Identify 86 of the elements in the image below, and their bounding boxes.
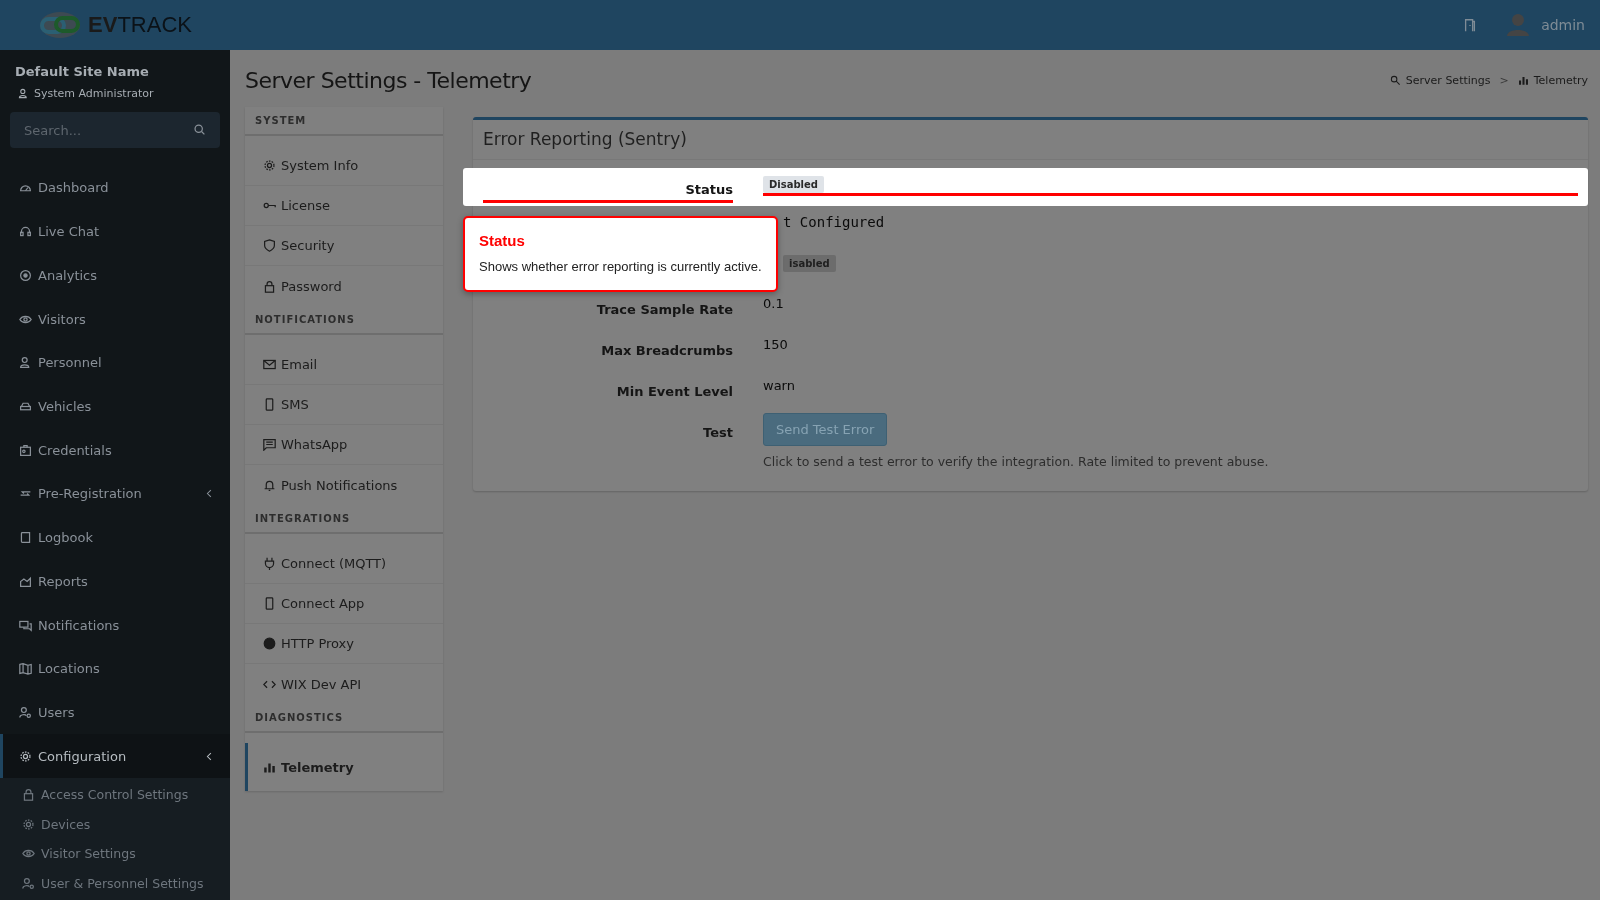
- settings-menu-item[interactable]: Connect (MQTT): [245, 544, 443, 584]
- settings-menu-item[interactable]: SMS: [245, 385, 443, 425]
- settings-menu-item[interactable]: Connect App: [245, 584, 443, 624]
- sidebar-item[interactable]: Personnel: [0, 340, 230, 385]
- section-heading: DIAGNOSTICS: [245, 704, 443, 733]
- user-role: System Administrator: [34, 87, 154, 100]
- page-title: Server Settings - Telemetry: [245, 68, 532, 93]
- field-value: warn: [763, 378, 795, 393]
- settings-menu-item[interactable]: Telemetry: [245, 743, 443, 791]
- sidebar-item[interactable]: Logbook: [0, 515, 230, 560]
- settings-menu-item[interactable]: Push Notifications: [245, 465, 443, 505]
- sidebar-item[interactable]: Pre-Registration: [0, 472, 230, 516]
- settings-menu-item[interactable]: License: [245, 186, 443, 226]
- field-label: Trace Sample Rate: [595, 301, 733, 319]
- sidebar-item[interactable]: Reports: [0, 559, 230, 604]
- sidebar-item[interactable]: Locations: [0, 646, 230, 691]
- chart-icon: [19, 574, 32, 588]
- person-icon: [18, 88, 29, 99]
- search-icon: [193, 123, 206, 136]
- gear-icon: [263, 159, 276, 172]
- field-value: 150: [763, 337, 788, 352]
- field-label: Test: [702, 424, 733, 442]
- map-icon: [19, 662, 32, 676]
- section-heading: NOTIFICATIONS: [245, 306, 443, 335]
- phone-icon: [263, 597, 276, 610]
- sidebar-subitem[interactable]: User & Personnel Settings: [0, 868, 230, 899]
- field-label: Min Event Level: [615, 383, 733, 401]
- sidebar-item[interactable]: Visitors: [0, 297, 230, 341]
- sidebar-item[interactable]: Configuration: [0, 734, 230, 779]
- section-heading: INTEGRATIONS: [245, 505, 443, 534]
- settings-menu-item[interactable]: WhatsApp: [245, 425, 443, 465]
- tooltip-title: Status: [479, 232, 526, 249]
- brand-name: EVTRACK: [88, 12, 192, 38]
- settings-menu-item[interactable]: System Info: [245, 146, 443, 186]
- breadcrumb-link[interactable]: Server Settings: [1405, 74, 1491, 87]
- bell-icon: [263, 478, 276, 492]
- sidebar-subitem[interactable]: Devices: [0, 809, 230, 840]
- message-icon: [263, 438, 276, 451]
- bar-chart-icon: [263, 760, 276, 774]
- phone-icon: [263, 398, 276, 411]
- gear-icon: [19, 749, 32, 763]
- sidebar-item[interactable]: Credentials: [0, 428, 230, 473]
- envelope-icon: [263, 358, 276, 371]
- field-label: Max Breadcrumbs: [600, 342, 733, 360]
- avatar-icon[interactable]: [1505, 12, 1532, 38]
- gear-icon: [22, 817, 35, 831]
- sidebar-subitem[interactable]: Visitor Settings: [0, 839, 230, 869]
- headset-icon: [19, 225, 32, 239]
- site-name: Default Site Name: [15, 64, 150, 79]
- settings-menu-item[interactable]: Security: [245, 226, 443, 266]
- settings-menu-item[interactable]: Password: [245, 266, 443, 306]
- chat-icon: [19, 618, 32, 632]
- bar-chart-icon: [1517, 75, 1529, 86]
- section-heading: SYSTEM: [245, 107, 443, 136]
- id-card-icon: [19, 443, 32, 457]
- user-gear-icon: [19, 706, 32, 719]
- settings-menu-item[interactable]: HTTP Proxy: [245, 624, 443, 664]
- user-name[interactable]: admin: [1541, 17, 1585, 33]
- help-text: Click to send a test error to verify the integration. Rate limited to prevent abuse.: [763, 454, 1269, 469]
- search-field[interactable]: Search...: [10, 112, 220, 148]
- tooltip-text: Shows whether error reporting is currently active.: [479, 259, 762, 274]
- field-label: Status: [483, 168, 733, 203]
- sidebar-item[interactable]: Notifications: [0, 603, 230, 647]
- breadcrumb-link[interactable]: Telemetry: [1533, 74, 1588, 87]
- lock-icon: [263, 279, 276, 293]
- sidebar-item[interactable]: Users: [0, 690, 230, 735]
- sidebar-item[interactable]: Live Chat: [0, 209, 230, 254]
- status-badge: isabled: [783, 255, 836, 272]
- sidebar-item[interactable]: Vehicles: [0, 384, 230, 429]
- settings-menu-item[interactable]: WIX Dev API: [245, 664, 443, 704]
- door-icon: [1463, 18, 1478, 32]
- sidebar-subitem[interactable]: Access Control Settings: [0, 780, 230, 810]
- person-icon: [19, 356, 32, 370]
- breadcrumb-separator: >: [1499, 74, 1509, 87]
- sidebar-item[interactable]: Analytics: [0, 253, 230, 298]
- target-icon: [19, 268, 32, 282]
- sidebar-item[interactable]: Dashboard: [0, 166, 230, 210]
- status-badge: Disabled: [763, 176, 824, 193]
- field-value: 0.1: [763, 296, 784, 311]
- shield-icon: [263, 239, 276, 252]
- field-value: t Configured: [783, 214, 885, 230]
- settings-menu-item[interactable]: Email: [245, 345, 443, 385]
- user-gear-icon: [22, 876, 35, 890]
- card-title: Error Reporting (Sentry): [473, 120, 1588, 160]
- lock-icon: [22, 788, 35, 802]
- plug-icon: [263, 557, 276, 570]
